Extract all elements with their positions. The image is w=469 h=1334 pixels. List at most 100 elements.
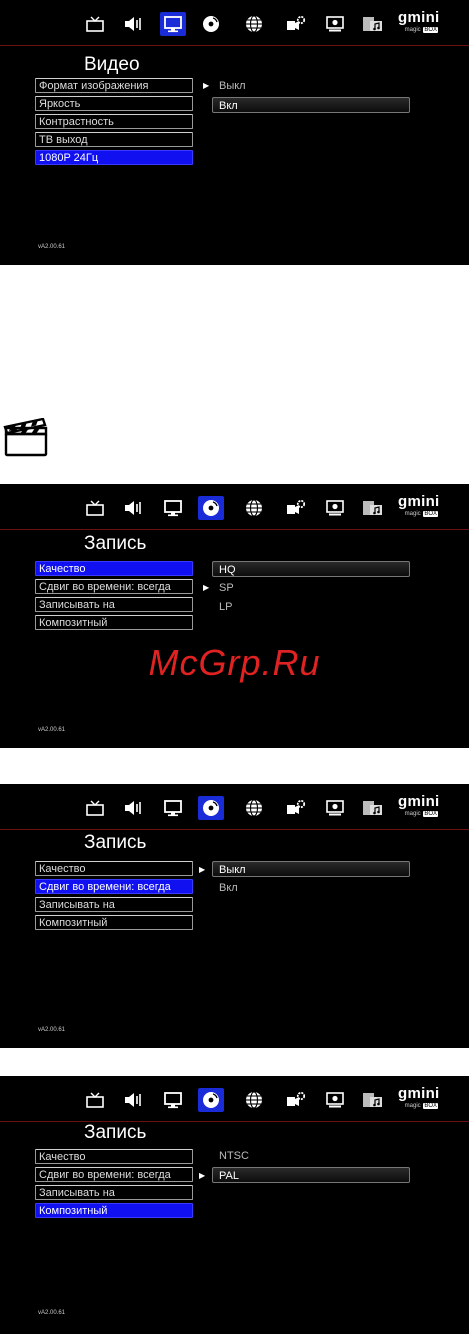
monitor-icon[interactable] <box>160 496 186 520</box>
watermark-text: McGrp.Ru <box>148 642 321 683</box>
settings-screen-1: gmini magic BOX Видео Формат изображения Ярк… <box>0 0 469 265</box>
settings-menu: Качество Сдвиг во времени: всегда Записыва… <box>35 561 193 633</box>
settings-screen-3: gmini magic BOX Запись Качество Сдвиг во вре… <box>0 784 469 1048</box>
menu-item[interactable]: Контрастность <box>35 114 193 129</box>
firmware-version: vA2.00.61 <box>38 727 66 733</box>
photo-music-icon[interactable] <box>360 1088 386 1112</box>
top-icon-bar: gmini magic BOX <box>0 1076 469 1122</box>
top-icon-bar: gmini magic BOX <box>0 784 469 830</box>
option-label: LP <box>219 601 233 613</box>
brand-box: BOX <box>423 511 438 517</box>
option-list: HQ ▶ SP LP <box>200 561 420 618</box>
menu-item[interactable]: 1080P 24Гц <box>35 150 193 165</box>
record-disc-icon[interactable] <box>198 796 224 820</box>
system-screen-icon[interactable] <box>322 496 348 520</box>
settings-menu: Формат изображения Яркость Контрастность ТВ… <box>35 78 193 168</box>
globe-icon[interactable] <box>241 12 267 36</box>
menu-item[interactable]: Записывать на <box>35 597 193 612</box>
brand-box: BOX <box>423 811 438 817</box>
menu-item[interactable]: Формат изображения <box>35 78 193 93</box>
option-label: NTSC <box>219 1150 249 1162</box>
gmini-logo: gmini magic BOX <box>398 493 440 522</box>
gear-camera-icon[interactable] <box>283 1088 309 1112</box>
tv-icon[interactable] <box>82 496 108 520</box>
option-item[interactable]: Вкл <box>212 97 410 113</box>
menu-item[interactable]: Записывать на <box>35 1185 193 1200</box>
menu-item[interactable]: Качество <box>35 861 193 876</box>
option-item[interactable]: Вкл <box>200 880 420 896</box>
menu-item[interactable]: Сдвиг во времени: всегда <box>35 1167 193 1182</box>
record-disc-icon[interactable] <box>198 12 224 36</box>
option-label: Вкл <box>219 100 238 112</box>
page-title: Запись <box>84 533 147 554</box>
option-item[interactable]: LP <box>200 599 420 615</box>
monitor-icon[interactable] <box>160 12 186 36</box>
gear-camera-icon[interactable] <box>283 796 309 820</box>
menu-item[interactable]: Качество <box>35 561 193 576</box>
settings-screen-2: gmini magic BOX Запись Качество Сдвиг во вре… <box>0 484 469 748</box>
system-screen-icon[interactable] <box>322 796 348 820</box>
tv-icon[interactable] <box>82 796 108 820</box>
gear-camera-icon[interactable] <box>283 496 309 520</box>
current-value-arrow-icon: ▶ <box>199 1171 206 1180</box>
option-item[interactable]: HQ <box>212 561 410 577</box>
brand-name: gmini <box>398 9 440 26</box>
top-icon-bar: gmini magic BOX <box>0 0 469 46</box>
globe-icon[interactable] <box>241 1088 267 1112</box>
option-label: PAL <box>219 1170 239 1182</box>
gmini-logo: gmini magic BOX <box>398 1085 440 1114</box>
option-label: Выкл <box>219 864 246 876</box>
speaker-icon[interactable] <box>120 1088 146 1112</box>
menu-item[interactable]: Сдвиг во времени: всегда <box>35 579 193 594</box>
menu-item[interactable]: Сдвиг во времени: всегда <box>35 879 193 894</box>
brand-name: gmini <box>398 493 440 510</box>
page-title: Запись <box>84 1122 147 1143</box>
system-screen-icon[interactable] <box>322 1088 348 1112</box>
tv-icon[interactable] <box>82 12 108 36</box>
brand-name: gmini <box>398 1085 440 1102</box>
monitor-icon[interactable] <box>160 1088 186 1112</box>
menu-item[interactable]: Композитный <box>35 615 193 630</box>
brand-sub: magic <box>404 27 421 33</box>
speaker-icon[interactable] <box>120 12 146 36</box>
monitor-icon[interactable] <box>160 796 186 820</box>
option-item[interactable]: ▶ Выкл <box>199 861 410 877</box>
brand-sub: magic <box>404 811 421 817</box>
firmware-version: vA2.00.61 <box>38 1027 66 1033</box>
settings-menu: Качество Сдвиг во времени: всегда Записыва… <box>35 1149 193 1221</box>
option-label: Выкл <box>219 80 246 92</box>
current-value-arrow-icon: ▶ <box>203 583 210 592</box>
tv-icon[interactable] <box>82 1088 108 1112</box>
menu-item[interactable]: Композитный <box>35 915 193 930</box>
option-label: SP <box>219 582 234 594</box>
record-disc-icon[interactable] <box>198 1088 224 1112</box>
option-item[interactable]: ▶ Выкл <box>200 78 420 94</box>
menu-item[interactable]: ТВ выход <box>35 132 193 147</box>
system-screen-icon[interactable] <box>322 12 348 36</box>
speaker-icon[interactable] <box>120 796 146 820</box>
option-item[interactable]: ▶ PAL <box>199 1167 410 1183</box>
brand-box: BOX <box>423 27 438 33</box>
menu-item[interactable]: Качество <box>35 1149 193 1164</box>
settings-screen-4: gmini magic BOX Запись Качество Сдвиг во вре… <box>0 1076 469 1334</box>
option-list: NTSC ▶ PAL <box>199 1148 420 1186</box>
menu-item[interactable]: Композитный <box>35 1203 193 1218</box>
gmini-logo: gmini magic BOX <box>398 9 440 38</box>
option-item[interactable]: ▶ SP <box>200 580 420 596</box>
globe-icon[interactable] <box>241 496 267 520</box>
top-icon-bar: gmini magic BOX <box>0 484 469 530</box>
option-item[interactable]: NTSC <box>200 1148 420 1164</box>
speaker-icon[interactable] <box>120 496 146 520</box>
record-disc-icon[interactable] <box>198 496 224 520</box>
photo-music-icon[interactable] <box>360 796 386 820</box>
photo-music-icon[interactable] <box>360 496 386 520</box>
menu-item[interactable]: Яркость <box>35 96 193 111</box>
brand-box: BOX <box>423 1103 438 1109</box>
option-list: ▶ Выкл Вкл <box>200 78 420 116</box>
page-title: Видео <box>84 54 140 75</box>
menu-item[interactable]: Записывать на <box>35 897 193 912</box>
settings-menu: Качество Сдвиг во времени: всегда Записыва… <box>35 861 193 933</box>
gear-camera-icon[interactable] <box>283 12 309 36</box>
globe-icon[interactable] <box>241 796 267 820</box>
photo-music-icon[interactable] <box>360 12 386 36</box>
